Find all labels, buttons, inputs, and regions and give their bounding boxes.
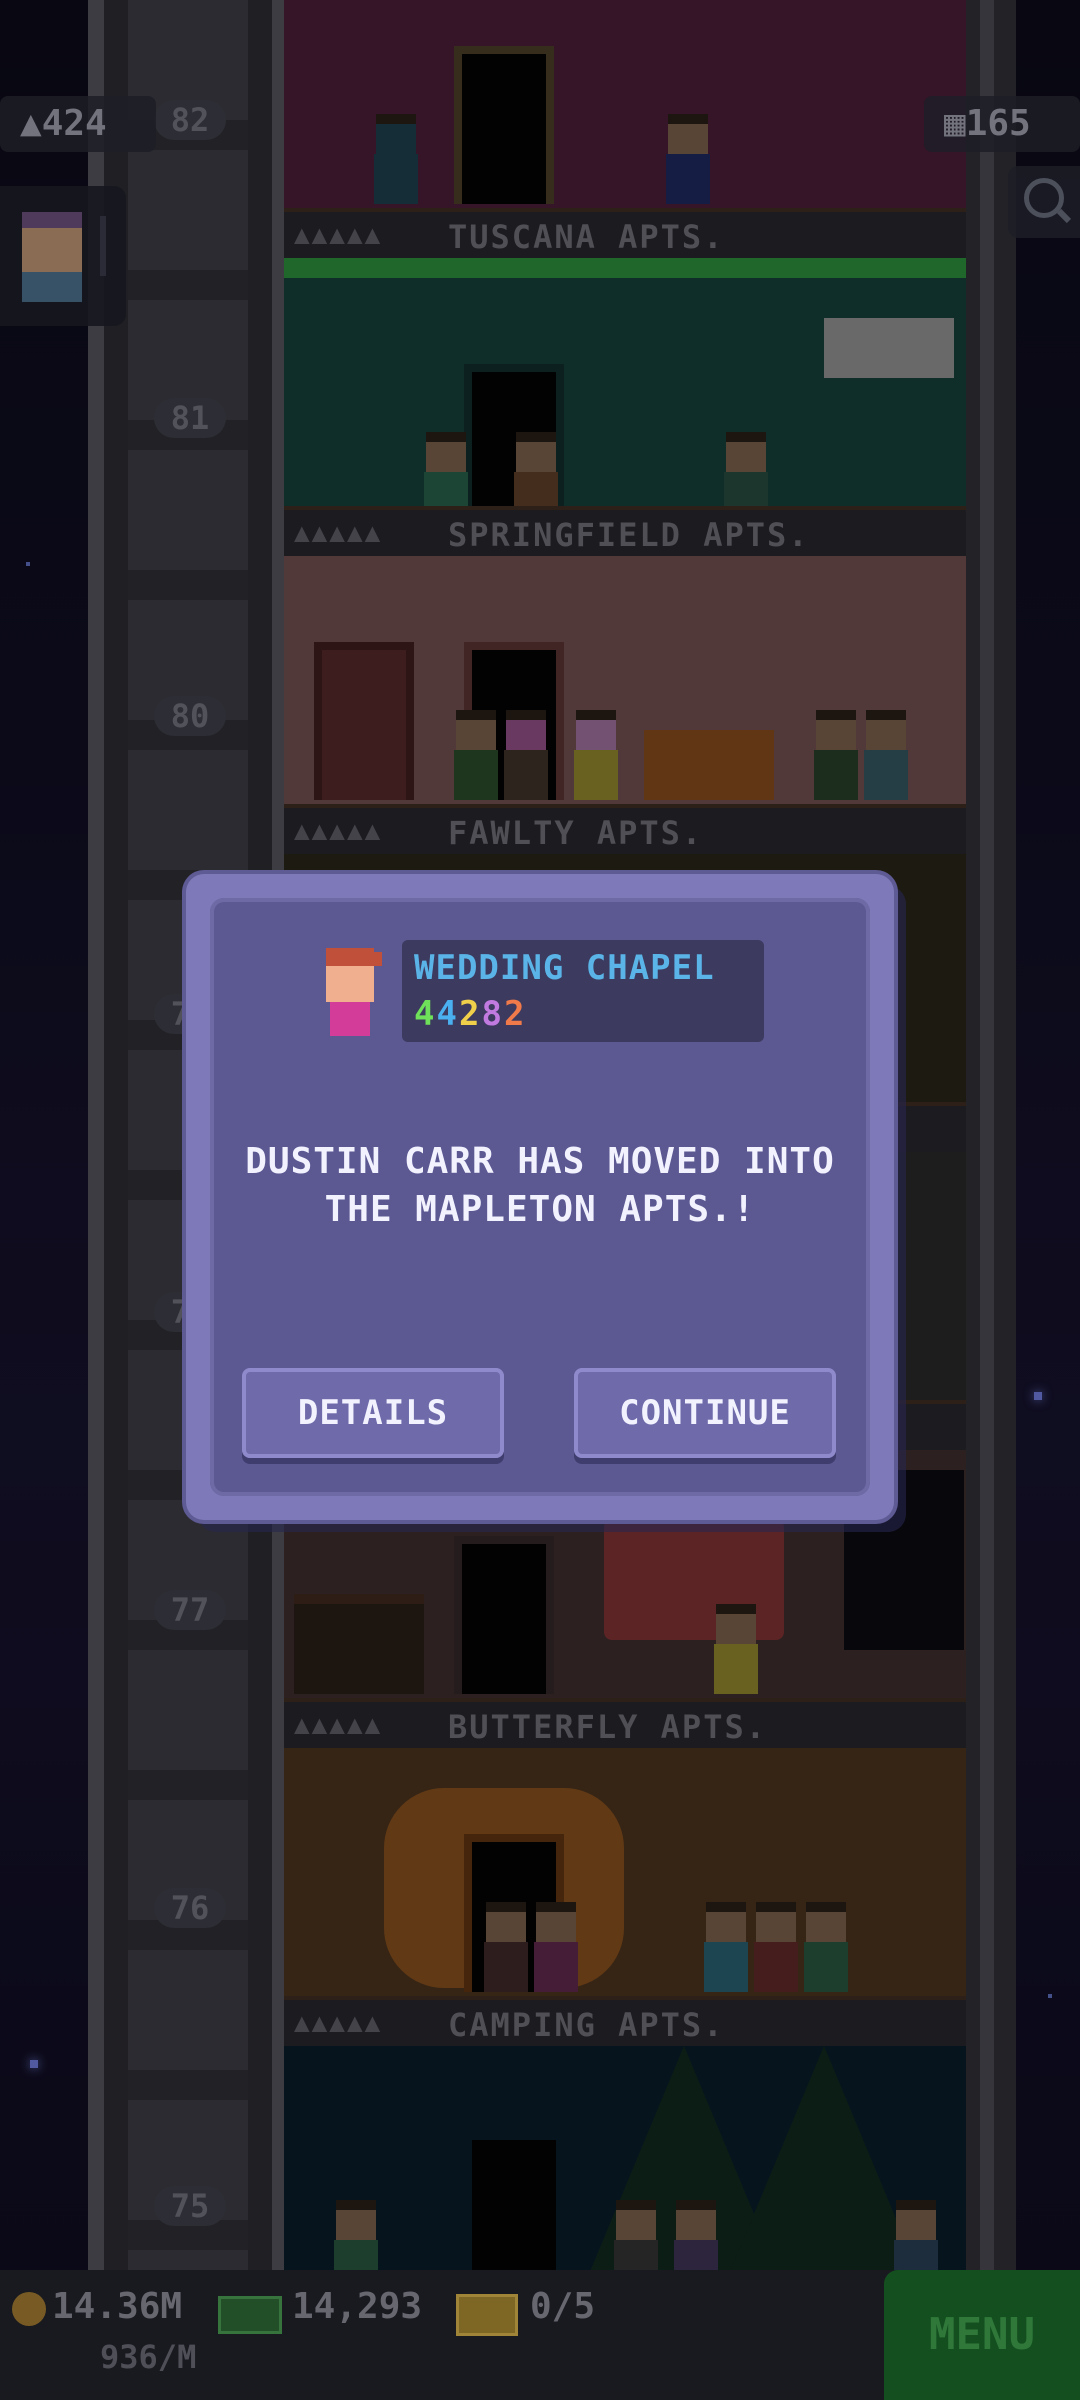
- move-in-dialog: WEDDING CHAPEL 44282 DUSTIN CARR HAS MOV…: [186, 874, 894, 1520]
- bitizen-portrait-icon: [320, 948, 382, 1044]
- business-chip: WEDDING CHAPEL 44282: [402, 940, 764, 1042]
- code-digit: 8: [481, 994, 504, 1034]
- code-digit: 2: [458, 994, 482, 1034]
- code-digit: 4: [436, 994, 459, 1034]
- code-digit: 4: [414, 994, 437, 1034]
- details-button[interactable]: DETAILS: [242, 1368, 504, 1458]
- code-digit: 2: [503, 994, 527, 1034]
- continue-button[interactable]: CONTINUE: [574, 1368, 836, 1458]
- dialog-message: DUSTIN CARR HAS MOVED INTO THE MAPLETON …: [245, 1141, 835, 1230]
- business-name: WEDDING CHAPEL: [414, 948, 715, 988]
- business-code: 44282: [414, 994, 526, 1034]
